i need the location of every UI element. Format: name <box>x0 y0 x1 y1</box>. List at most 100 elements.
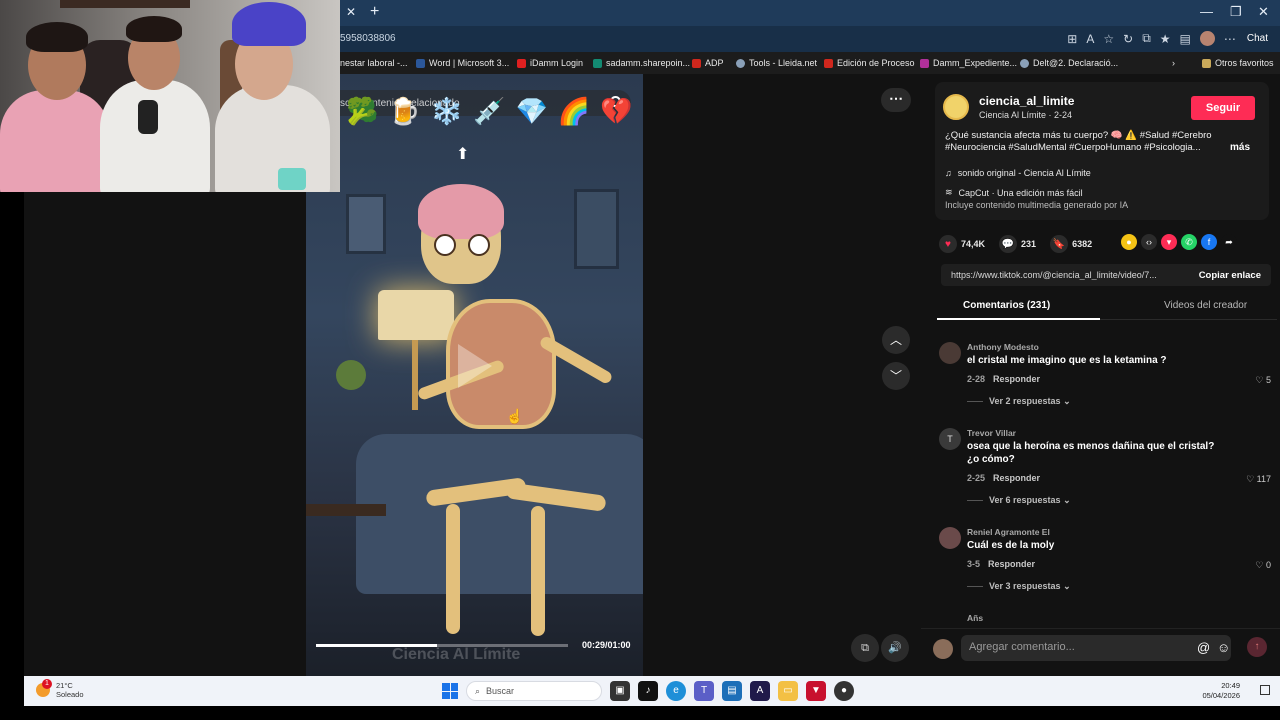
syringe-emoji: 💉 <box>473 96 506 126</box>
send-icon[interactable]: ▾ <box>1161 234 1177 250</box>
heart-icon[interactable]: ♥ <box>939 235 957 253</box>
system-clock[interactable]: 20:49 05/04/2026 <box>1202 681 1240 701</box>
bookmark-item[interactable]: ADP <box>692 58 724 68</box>
split-screen-icon[interactable]: ▤ <box>1180 32 1191 46</box>
bookmark-item[interactable]: Word | Microsoft 3... <box>416 58 509 68</box>
more-menu-icon[interactable]: ⋯ <box>1224 32 1236 46</box>
broken-heart-emoji: 💔 <box>600 96 633 126</box>
capcut-icon[interactable]: A <box>750 681 770 701</box>
reply-button[interactable]: Responder <box>993 374 1040 384</box>
view-replies-button[interactable]: Ver 6 respuestas ⌄ <box>967 495 1071 506</box>
copilot-chat-button[interactable]: Chat <box>1245 33 1268 44</box>
diamond-icon <box>920 58 929 68</box>
comment-date: 2-28 <box>967 374 986 384</box>
broccoli-emoji: 🥦 <box>346 96 379 126</box>
more-link[interactable]: más <box>1230 142 1250 153</box>
person-body <box>0 90 110 192</box>
shield-icon[interactable]: ▼ <box>806 681 826 701</box>
file-explorer-icon[interactable]: ▭ <box>778 681 798 701</box>
previous-video-button[interactable]: ︿ <box>882 326 910 354</box>
temperature: 21°C <box>56 681 73 690</box>
volume-button[interactable]: 🔊 <box>881 634 909 662</box>
view-replies-button[interactable]: Ver 3 respuestas ⌄ <box>967 581 1071 592</box>
arrow-up-icon: ⬆ <box>456 146 470 163</box>
view-replies-button[interactable]: Ver 2 respuestas ⌄ <box>967 396 1071 407</box>
channel-name[interactable]: ciencia_al_limite <box>979 94 1074 108</box>
avatar[interactable] <box>939 527 961 549</box>
play-icon[interactable] <box>458 344 492 388</box>
tab-comments[interactable]: Comentarios (231) <box>963 300 1050 311</box>
refresh-icon[interactable]: ↻ <box>1123 32 1133 46</box>
send-comment-button[interactable]: ↑ <box>1247 637 1267 657</box>
more-options-button[interactable]: ⋯ <box>881 88 911 112</box>
progress-bar[interactable] <box>316 644 568 647</box>
task-view-icon[interactable]: ▣ <box>610 681 630 701</box>
word-icon <box>416 58 425 68</box>
other-favorites[interactable]: Otros favoritos <box>1202 58 1274 68</box>
reply-button[interactable]: Responder <box>988 559 1035 569</box>
weather-widget[interactable]: 1 21°C Soleado <box>36 679 84 699</box>
teams-icon[interactable]: T <box>694 681 714 701</box>
comment-likes[interactable]: ♡ 5 <box>1255 375 1271 386</box>
capcut-line[interactable]: ≋ CapCut · Una edición más fácil <box>945 187 1083 198</box>
comment-user[interactable]: Reniel Agramonte El <box>967 527 1050 537</box>
avatar[interactable] <box>939 342 961 364</box>
video-link[interactable]: https://www.tiktok.com/@ciencia_al_limit… <box>951 270 1171 280</box>
person-body <box>100 80 210 192</box>
windows-start-icon[interactable] <box>442 683 458 699</box>
comment-user[interactable]: Anthony Modesto <box>967 342 1039 352</box>
obs-icon[interactable]: ● <box>834 681 854 701</box>
profile-avatar[interactable] <box>1199 31 1215 46</box>
comment-input[interactable]: Agregar comentario... <box>961 635 1231 661</box>
bookmark-item[interactable]: Edición de Proceso <box>824 58 915 68</box>
taskbar-search[interactable]: ⌕ Buscar <box>466 681 602 701</box>
reply-button[interactable]: Responder <box>993 473 1040 483</box>
tiktok-icon[interactable]: ♪ <box>638 681 658 701</box>
apps-icon[interactable]: ⊞ <box>1067 32 1077 46</box>
tab-creator-videos[interactable]: Videos del creador <box>1164 300 1247 311</box>
embed-icon[interactable]: ‹› <box>1141 234 1157 250</box>
video-player[interactable]: scar contenido relacionado 🥦 🍺 ❄️ 💉 💎 🌈 … <box>306 74 643 676</box>
new-tab-icon[interactable]: + <box>370 3 379 21</box>
comment-icon[interactable]: 💬 <box>999 235 1018 253</box>
bookmark-item[interactable]: iDamm Login <box>517 58 583 68</box>
sound-line[interactable]: ♫ sonido original - Ciencia Al Límite <box>945 168 1091 178</box>
bookmark-item[interactable]: nestar laboral -... <box>340 58 408 68</box>
mention-icon[interactable]: @ <box>1197 640 1210 655</box>
url-text[interactable]: 5958038806 <box>340 33 396 44</box>
comment-user[interactable]: Añs <box>967 613 983 623</box>
share-arrow-icon[interactable]: ➦ <box>1221 234 1237 250</box>
follow-button[interactable]: Seguir <box>1191 96 1255 120</box>
coin-icon[interactable]: ● <box>1121 234 1137 250</box>
bookmark-item[interactable]: sadamm.sharepoin... <box>593 58 690 68</box>
bookmark-item[interactable]: Delt@2. Declaració... <box>1020 58 1118 68</box>
comment-user[interactable]: Trevor Villar <box>967 428 1016 438</box>
copy-link-button[interactable]: Copiar enlace <box>1199 270 1261 281</box>
window-close-icon[interactable]: ✕ <box>1258 4 1269 20</box>
favorite-star-icon[interactable]: ☆ <box>1103 32 1114 46</box>
translate-icon[interactable]: A <box>1086 32 1094 46</box>
comment-likes[interactable]: ♡ 117 <box>1246 474 1271 485</box>
extensions-icon[interactable]: ⧉ <box>1142 31 1151 46</box>
tab-close-icon[interactable]: ✕ <box>346 5 356 19</box>
maximize-icon[interactable]: ❐ <box>1230 4 1242 20</box>
notification-center-icon[interactable] <box>1260 685 1270 695</box>
whatsapp-icon[interactable]: ✆ <box>1181 234 1197 250</box>
edge-icon[interactable]: e <box>666 681 686 701</box>
avatar[interactable]: T <box>939 428 961 450</box>
collections-icon[interactable]: ★ <box>1160 32 1171 46</box>
chevron-right-icon[interactable]: › <box>1172 58 1175 68</box>
minimize-icon[interactable]: — <box>1200 4 1213 19</box>
bookmark-item[interactable]: Tools - Lleida.net <box>736 58 817 68</box>
likes-count: 74,4K <box>961 239 986 249</box>
next-video-button[interactable]: ﹀ <box>882 362 910 390</box>
pip-button[interactable]: ⧉ <box>851 634 879 662</box>
channel-avatar[interactable] <box>943 94 969 120</box>
comment-meta: 3-5 Responder <box>967 559 1035 569</box>
comment-likes[interactable]: ♡ 0 <box>1255 560 1271 571</box>
store-icon[interactable]: ▤ <box>722 681 742 701</box>
emoji-icon[interactable]: ☺ <box>1217 640 1230 655</box>
bookmark-icon[interactable]: 🔖 <box>1050 235 1069 253</box>
bookmark-item[interactable]: Damm_Expediente... <box>920 58 1017 68</box>
facebook-icon[interactable]: f <box>1201 234 1217 250</box>
